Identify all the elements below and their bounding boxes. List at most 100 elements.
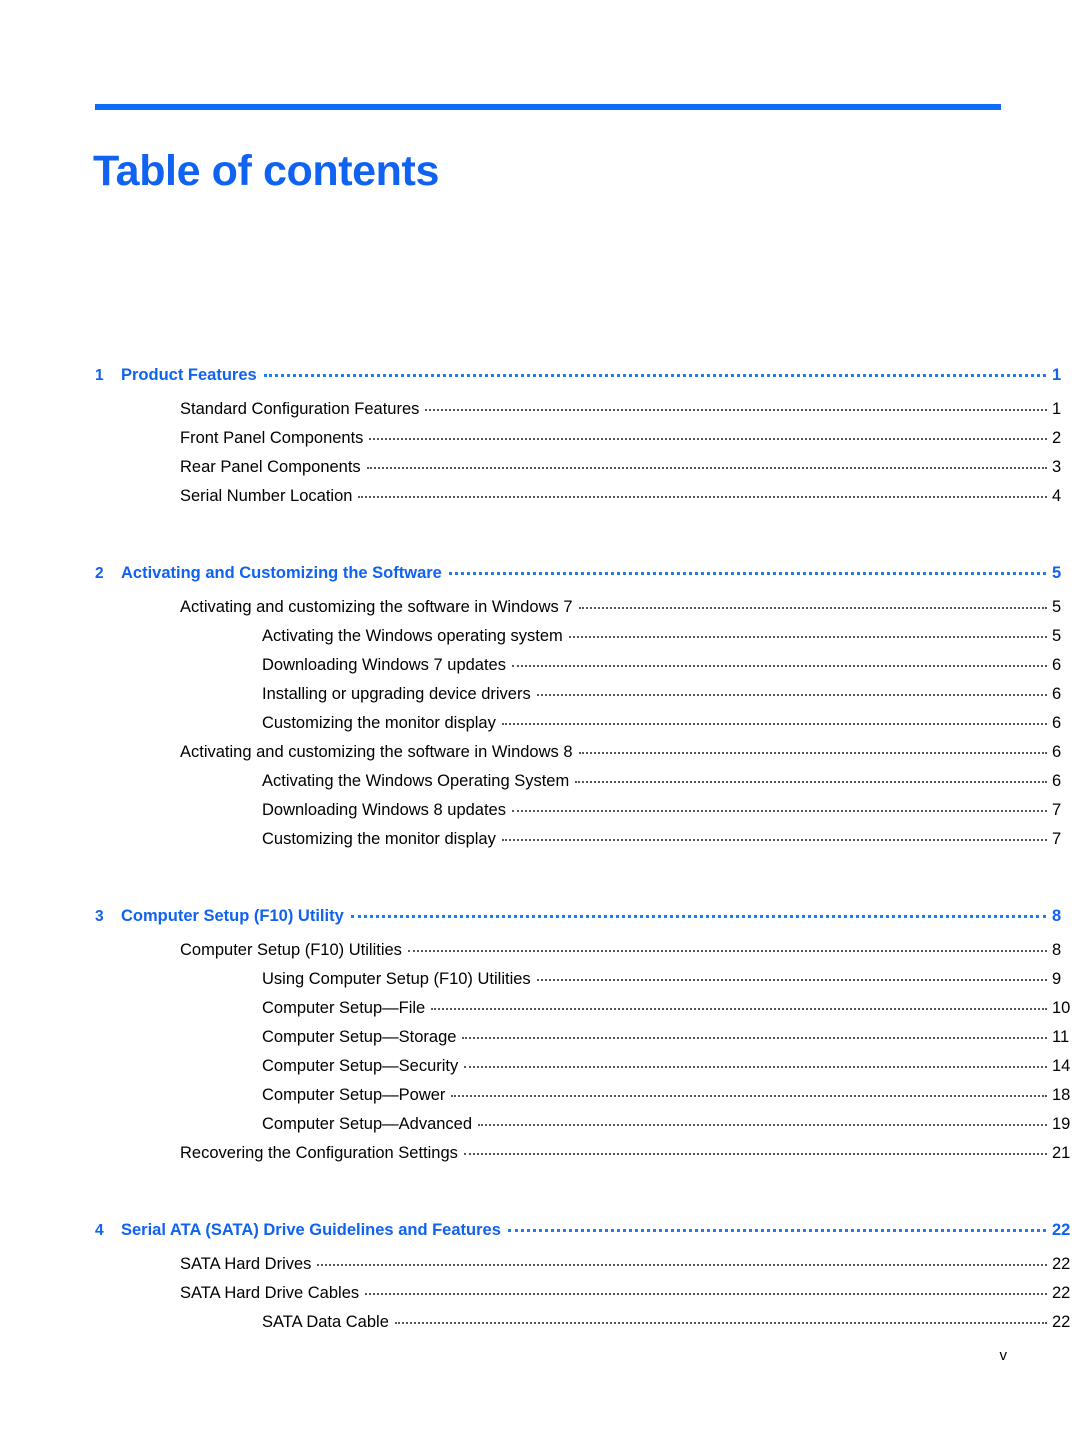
toc-leader-dots — [568, 636, 1047, 638]
toc-entry-level-1[interactable]: Standard Configuration Features 1 — [0, 400, 1080, 429]
toc-entry-label: Computer Setup—Advanced — [262, 1115, 473, 1133]
toc-page-number: 5 — [1052, 564, 1062, 582]
toc-entry-level-2[interactable]: Activating the Windows operating system 5 — [0, 627, 1080, 656]
toc-entry-level-2[interactable]: Customizing the monitor display 6 — [0, 714, 1080, 743]
toc-leader-dots — [478, 1124, 1047, 1126]
toc-page-number: 10 — [1052, 999, 1071, 1017]
toc-entry-label: Activating the Windows Operating System — [262, 772, 570, 790]
toc-entry-level-1[interactable]: Front Panel Components 2 — [0, 429, 1080, 458]
toc-chapter-entry[interactable]: 1 Product Features 1 — [0, 366, 1080, 400]
toc-entry-level-2[interactable]: Computer Setup—File 10 — [0, 999, 1080, 1028]
document-page: Table of contents 1 Product Features 1 Stan… — [0, 0, 1080, 1437]
toc-chapter-group: 3 Computer Setup (F10) Utility 8 Computer S… — [0, 907, 1080, 1173]
toc-leader-dots — [511, 810, 1047, 812]
toc-entry-level-1[interactable]: Recovering the Configuration Settings 21 — [0, 1144, 1080, 1173]
toc-page-number: 6 — [1052, 656, 1062, 674]
toc-leader-dots — [536, 694, 1047, 696]
toc-leader-dots — [511, 665, 1047, 667]
toc-page-number: 19 — [1052, 1115, 1071, 1133]
toc-leader-dots — [358, 496, 1047, 498]
toc-leader-dots — [394, 1322, 1047, 1324]
toc-page-number: 5 — [1052, 598, 1062, 616]
toc-group-spacer — [0, 516, 1080, 564]
toc-entry-label: Computer Setup (F10) Utilities — [180, 941, 402, 959]
toc-leader-dots — [463, 1153, 1047, 1155]
toc-entry-label: Using Computer Setup (F10) Utilities — [262, 970, 531, 988]
toc-entry-label: SATA Hard Drives — [180, 1255, 312, 1273]
toc-entry-level-2[interactable]: Downloading Windows 8 updates 7 — [0, 801, 1080, 830]
toc-page-number: 8 — [1052, 907, 1062, 925]
toc-leader-dots — [578, 752, 1047, 754]
toc-entry-label: Installing or upgrading device drivers — [262, 685, 531, 703]
toc-chapter-number: 2 — [95, 565, 104, 582]
toc-leader-dots — [536, 979, 1047, 981]
toc-entry-level-2[interactable]: Installing or upgrading device drivers 6 — [0, 685, 1080, 714]
toc-leader-dots — [317, 1264, 1047, 1266]
toc-entry-label: Computer Setup—File — [262, 999, 426, 1017]
toc-entry-level-1[interactable]: SATA Hard Drive Cables 22 — [0, 1284, 1080, 1313]
toc-entry-level-2[interactable]: Customizing the monitor display 7 — [0, 830, 1080, 859]
title-rule-divider — [95, 104, 1001, 110]
toc-page-number: 21 — [1052, 1144, 1071, 1162]
toc-leader-dots — [369, 438, 1047, 440]
toc-chapter-group: 4 Serial ATA (SATA) Drive Guidelines and … — [0, 1221, 1080, 1342]
toc-leader-dots — [507, 1229, 1046, 1232]
toc-entry-level-1[interactable]: Rear Panel Components 3 — [0, 458, 1080, 487]
footer-page-number: v — [999, 1347, 1008, 1364]
toc-chapter-title: Serial ATA (SATA) Drive Guidelines and F… — [121, 1221, 501, 1239]
toc-page-number: 14 — [1052, 1057, 1071, 1075]
toc-page-number: 7 — [1052, 801, 1062, 819]
toc-leader-dots — [350, 915, 1046, 918]
toc-page-number: 1 — [1052, 366, 1062, 384]
toc-entry-level-2[interactable]: Computer Setup—Security 14 — [0, 1057, 1080, 1086]
toc-chapter-number: 4 — [95, 1222, 104, 1239]
toc-chapter-group: 2 Activating and Customizing the Software… — [0, 564, 1080, 859]
toc-page-number: 22 — [1052, 1221, 1071, 1239]
toc-entry-label: Customizing the monitor display — [262, 830, 496, 848]
toc-page-number: 3 — [1052, 458, 1062, 476]
toc-entry-label: Customizing the monitor display — [262, 714, 496, 732]
toc-entry-label: Computer Setup—Power — [262, 1086, 446, 1104]
toc-entry-level-1[interactable]: Activating and customizing the software … — [0, 743, 1080, 772]
toc-entry-level-2[interactable]: Activating the Windows Operating System 6 — [0, 772, 1080, 801]
toc-entry-level-1[interactable]: Computer Setup (F10) Utilities 8 — [0, 941, 1080, 970]
toc-entry-label: Activating the Windows operating system — [262, 627, 563, 645]
toc-page-number: 6 — [1052, 743, 1062, 761]
toc-group-spacer — [0, 1173, 1080, 1221]
toc-page-number: 8 — [1052, 941, 1062, 959]
toc-chapter-title: Product Features — [121, 366, 257, 384]
toc-entry-label: SATA Data Cable — [262, 1313, 389, 1331]
toc-leader-dots — [365, 1293, 1047, 1295]
toc-page-number: 6 — [1052, 714, 1062, 732]
toc-leader-dots — [448, 572, 1046, 575]
toc-chapter-entry[interactable]: 2 Activating and Customizing the Software… — [0, 564, 1080, 598]
toc-entry-level-2[interactable]: Using Computer Setup (F10) Utilities 9 — [0, 970, 1080, 999]
toc-page-number: 11 — [1052, 1028, 1070, 1046]
toc-page-number: 1 — [1052, 400, 1062, 418]
toc-page-number: 6 — [1052, 772, 1062, 790]
toc-leader-dots — [501, 839, 1047, 841]
toc-page-number: 9 — [1052, 970, 1062, 988]
toc-page-number: 5 — [1052, 627, 1062, 645]
toc-entry-level-2[interactable]: Downloading Windows 7 updates 6 — [0, 656, 1080, 685]
table-of-contents: 1 Product Features 1 Standard Configuration… — [0, 366, 1080, 1342]
toc-entry-level-2[interactable]: SATA Data Cable 22 — [0, 1313, 1080, 1342]
toc-entry-level-1[interactable]: Activating and customizing the software … — [0, 598, 1080, 627]
toc-entry-label: Front Panel Components — [180, 429, 364, 447]
toc-page-number: 22 — [1052, 1284, 1071, 1302]
toc-page-number: 22 — [1052, 1255, 1071, 1273]
toc-entry-label: Downloading Windows 7 updates — [262, 656, 506, 674]
toc-entry-label: Activating and customizing the software … — [180, 743, 573, 761]
toc-entry-level-2[interactable]: Computer Setup—Advanced 19 — [0, 1115, 1080, 1144]
toc-chapter-number: 1 — [95, 367, 104, 384]
toc-entry-level-2[interactable]: Computer Setup—Power 18 — [0, 1086, 1080, 1115]
toc-entry-level-1[interactable]: Serial Number Location 4 — [0, 487, 1080, 516]
toc-entry-label: SATA Hard Drive Cables — [180, 1284, 360, 1302]
toc-entry-label: Recovering the Configuration Settings — [180, 1144, 458, 1162]
toc-entry-level-1[interactable]: SATA Hard Drives 22 — [0, 1255, 1080, 1284]
toc-page-number: 6 — [1052, 685, 1062, 703]
toc-chapter-entry[interactable]: 4 Serial ATA (SATA) Drive Guidelines and … — [0, 1221, 1080, 1255]
toc-entry-level-2[interactable]: Computer Setup—Storage 11 — [0, 1028, 1080, 1057]
toc-leader-dots — [366, 467, 1047, 469]
toc-chapter-entry[interactable]: 3 Computer Setup (F10) Utility 8 — [0, 907, 1080, 941]
